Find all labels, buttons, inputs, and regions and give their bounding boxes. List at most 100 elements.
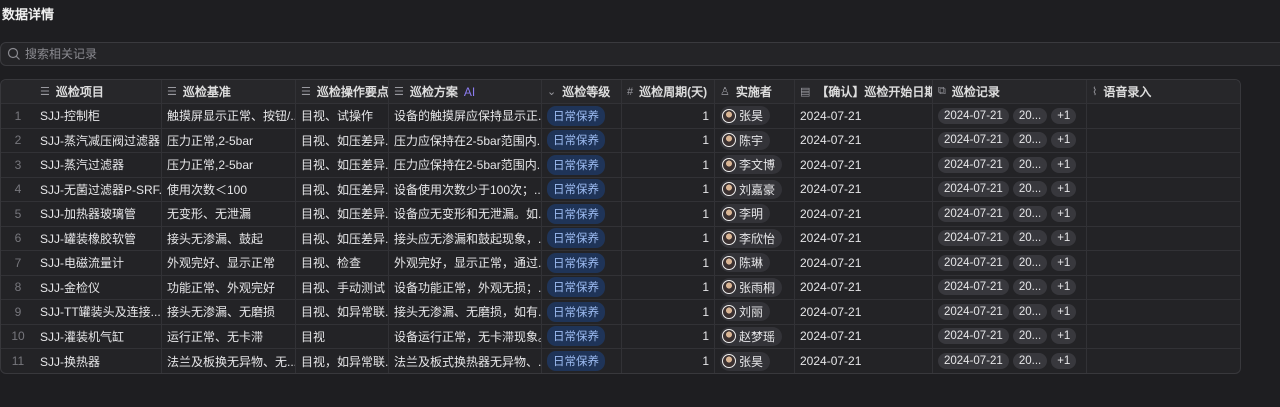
- cell-cycle[interactable]: 1: [622, 202, 715, 226]
- record-chip[interactable]: +1: [1051, 230, 1077, 247]
- cell-standard[interactable]: 外观完好、显示正常: [162, 251, 296, 275]
- record-chip[interactable]: +1: [1051, 205, 1077, 222]
- table-row[interactable]: 6 SJJ-罐装橡胶软管 接头无渗漏、鼓起 目视、如压差异... 接头应无渗漏和…: [1, 226, 1240, 251]
- cell-level[interactable]: 日常保养: [542, 349, 622, 373]
- record-chip[interactable]: 20...: [1012, 353, 1048, 370]
- cell-standard[interactable]: 无变形、无泄漏: [162, 202, 296, 226]
- cell-records[interactable]: 2024-07-21 20... +1: [933, 251, 1087, 275]
- cell-cycle[interactable]: 1: [622, 251, 715, 275]
- cell-plan[interactable]: 接头无渗漏、无磨损，如有...: [389, 300, 542, 324]
- cell-operation[interactable]: 目视、检查: [296, 251, 389, 275]
- cell-item[interactable]: SJJ-灌装机气缸: [35, 324, 162, 348]
- record-chip[interactable]: 20...: [1012, 230, 1048, 247]
- record-chip[interactable]: +1: [1051, 303, 1077, 320]
- cell-cycle[interactable]: 1: [622, 128, 715, 152]
- cell-date[interactable]: 2024-07-21: [795, 300, 933, 324]
- cell-person[interactable]: 李欣怡: [715, 226, 795, 250]
- record-chip[interactable]: +1: [1051, 156, 1077, 173]
- column-header[interactable]: ⧉ 巡检记录: [933, 80, 1087, 103]
- cell-records[interactable]: 2024-07-21 20... +1: [933, 324, 1087, 348]
- cell-plan[interactable]: 压力应保持在2-5bar范围内...: [389, 153, 542, 177]
- column-header[interactable]: ☰ 巡检项目: [35, 80, 162, 103]
- cell-voice[interactable]: [1087, 202, 1240, 226]
- cell-voice[interactable]: [1087, 129, 1240, 153]
- cell-date[interactable]: 2024-07-21: [795, 275, 933, 299]
- record-chip[interactable]: 2024-07-21: [938, 279, 1009, 296]
- cell-records[interactable]: 2024-07-21 20... +1: [933, 128, 1087, 152]
- cell-item[interactable]: SJJ-加热器玻璃管: [35, 202, 162, 226]
- cell-item[interactable]: SJJ-金检仪: [35, 275, 162, 299]
- cell-level[interactable]: 日常保养: [542, 202, 622, 226]
- cell-person[interactable]: 张雨桐: [715, 275, 795, 299]
- cell-level[interactable]: 日常保养: [542, 324, 622, 348]
- cell-person[interactable]: 陈宇: [715, 128, 795, 152]
- cell-date[interactable]: 2024-07-21: [795, 226, 933, 250]
- cell-item[interactable]: SJJ-无菌过滤器P-SRF...: [35, 177, 162, 201]
- cell-person[interactable]: 李文博: [715, 153, 795, 177]
- cell-date[interactable]: 2024-07-21: [795, 177, 933, 201]
- cell-plan[interactable]: 设备应无变形和无泄漏。如...: [389, 202, 542, 226]
- record-chip[interactable]: 2024-07-21: [938, 254, 1009, 271]
- cell-records[interactable]: 2024-07-21 20... +1: [933, 202, 1087, 226]
- cell-standard[interactable]: 压力正常,2-5bar: [162, 153, 296, 177]
- record-chip[interactable]: 20...: [1012, 156, 1048, 173]
- cell-item[interactable]: SJJ-换热器: [35, 349, 162, 373]
- cell-standard[interactable]: 压力正常,2-5bar: [162, 128, 296, 152]
- cell-date[interactable]: 2024-07-21: [795, 128, 933, 152]
- cell-plan[interactable]: 外观完好，显示正常，通过...: [389, 251, 542, 275]
- cell-cycle[interactable]: 1: [622, 226, 715, 250]
- record-chip[interactable]: +1: [1051, 132, 1077, 149]
- cell-operation[interactable]: 目视、如压差异...: [296, 177, 389, 201]
- record-chip[interactable]: 2024-07-21: [938, 107, 1009, 124]
- record-chip[interactable]: 2024-07-21: [938, 230, 1009, 247]
- cell-person[interactable]: 张昊: [715, 104, 795, 128]
- record-chip[interactable]: +1: [1051, 107, 1077, 124]
- cell-plan[interactable]: 法兰及板式换热器无异物、...: [389, 349, 542, 373]
- cell-cycle[interactable]: 1: [622, 177, 715, 201]
- cell-cycle[interactable]: 1: [622, 300, 715, 324]
- cell-voice[interactable]: [1087, 325, 1240, 349]
- cell-level[interactable]: 日常保养: [542, 128, 622, 152]
- cell-plan[interactable]: 设备的触摸屏应保持显示正...: [389, 104, 542, 128]
- column-header[interactable]: # 巡检周期(天): [622, 80, 715, 103]
- cell-operation[interactable]: 目视，如异常联...: [296, 349, 389, 373]
- record-chip[interactable]: 2024-07-21: [938, 353, 1009, 370]
- search-input[interactable]: [25, 47, 625, 61]
- cell-date[interactable]: 2024-07-21: [795, 153, 933, 177]
- cell-cycle[interactable]: 1: [622, 349, 715, 373]
- record-chip[interactable]: +1: [1051, 181, 1077, 198]
- table-row[interactable]: 5 SJJ-加热器玻璃管 无变形、无泄漏 目视、如压差异... 设备应无变形和无…: [1, 202, 1240, 227]
- table-row[interactable]: 10 SJJ-灌装机气缸 运行正常、无卡滞 目视 设备运行正常，无卡滞现象。 日…: [1, 324, 1240, 349]
- cell-plan[interactable]: 压力应保持在2-5bar范围内...: [389, 128, 542, 152]
- cell-date[interactable]: 2024-07-21: [795, 104, 933, 128]
- table-row[interactable]: 7 SJJ-电磁流量计 外观完好、显示正常 目视、检查 外观完好，显示正常，通过…: [1, 251, 1240, 276]
- record-chip[interactable]: 20...: [1012, 107, 1048, 124]
- column-header[interactable]: ☰ 巡检方案 AI: [389, 80, 542, 103]
- cell-voice[interactable]: [1087, 178, 1240, 202]
- record-chip[interactable]: +1: [1051, 279, 1077, 296]
- cell-level[interactable]: 日常保养: [542, 177, 622, 201]
- cell-voice[interactable]: [1087, 251, 1240, 275]
- column-header[interactable]: ☰ 巡检操作要点: [296, 80, 389, 103]
- cell-operation[interactable]: 目视、手动测试: [296, 275, 389, 299]
- record-chip[interactable]: 2024-07-21: [938, 328, 1009, 345]
- cell-plan[interactable]: 设备运行正常，无卡滞现象。: [389, 324, 542, 348]
- record-chip[interactable]: 20...: [1012, 303, 1048, 320]
- cell-person[interactable]: 赵梦瑶: [715, 324, 795, 348]
- cell-level[interactable]: 日常保养: [542, 226, 622, 250]
- cell-records[interactable]: 2024-07-21 20... +1: [933, 177, 1087, 201]
- cell-cycle[interactable]: 1: [622, 153, 715, 177]
- table-row[interactable]: 1 SJJ-控制柜 触摸屏显示正常、按钮/... 目视、试操作 设备的触摸屏应保…: [1, 104, 1240, 129]
- cell-operation[interactable]: 目视、如压差异...: [296, 202, 389, 226]
- cell-item[interactable]: SJJ-蒸汽减压阀过滤器: [35, 128, 162, 152]
- cell-plan[interactable]: 接头应无渗漏和鼓起现象，...: [389, 226, 542, 250]
- record-chip[interactable]: +1: [1051, 353, 1077, 370]
- cell-item[interactable]: SJJ-蒸汽过滤器: [35, 153, 162, 177]
- record-chip[interactable]: 2024-07-21: [938, 303, 1009, 320]
- cell-item[interactable]: SJJ-罐装橡胶软管: [35, 226, 162, 250]
- record-chip[interactable]: 20...: [1012, 205, 1048, 222]
- cell-level[interactable]: 日常保养: [542, 153, 622, 177]
- record-chip[interactable]: +1: [1051, 254, 1077, 271]
- table-row[interactable]: 11 SJJ-换热器 法兰及板换无异物、无... 目视，如异常联... 法兰及板…: [1, 349, 1240, 373]
- cell-voice[interactable]: [1087, 276, 1240, 300]
